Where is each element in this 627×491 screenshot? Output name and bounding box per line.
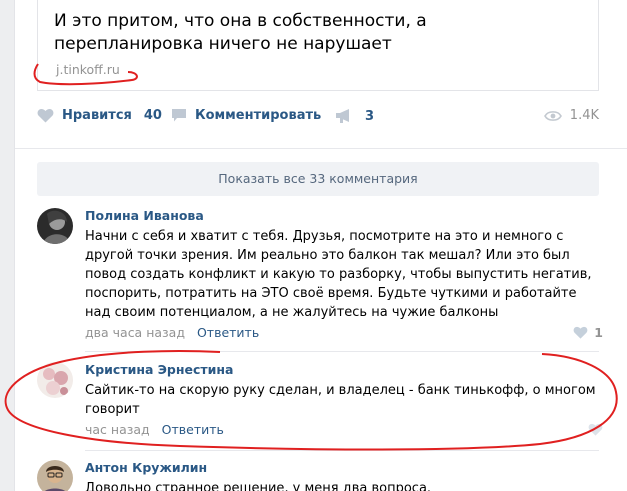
comment-like-button[interactable]: 1 <box>573 325 603 340</box>
avatar[interactable] <box>37 208 73 244</box>
reply-link[interactable]: Ответить <box>197 325 259 340</box>
comment-meta: два часа назад Ответить <box>85 325 259 340</box>
comment-author[interactable]: Кристина Эрнестина <box>85 362 233 377</box>
comment-label: Комментировать <box>195 108 322 123</box>
comment-time[interactable]: час назад <box>85 422 150 437</box>
link-title[interactable]: И это притом, что она в собственности, а… <box>54 10 574 56</box>
avatar[interactable] <box>37 460 73 491</box>
views-count: 1.4K <box>569 108 599 123</box>
share-button[interactable]: 3 <box>335 108 374 124</box>
like-label: Нравится <box>62 108 132 123</box>
comment-like-button[interactable] <box>588 423 603 436</box>
link-domain[interactable]: j.tinkoff.ru <box>56 62 120 77</box>
comment-text: Довольно странное решение, у меня два во… <box>85 481 432 491</box>
comment-text: Сайтик-то на скорую руку сделан, и владе… <box>85 383 596 417</box>
megaphone-icon <box>336 109 349 123</box>
comment-time[interactable]: два часа назад <box>85 325 185 340</box>
comment-meta: час назад Ответить <box>85 422 224 437</box>
like-button[interactable]: Нравится 40 <box>37 108 162 123</box>
heart-icon <box>573 326 588 339</box>
comment-item: Полина Иванова Начни с себя и хватит с т… <box>37 208 603 344</box>
post-actions: Нравится 40 Комментировать 3 1.4K <box>37 106 599 128</box>
reply-link[interactable]: Ответить <box>162 422 224 437</box>
post-card: И это притом, что она в собственности, а… <box>14 0 627 491</box>
comment-item: Кристина Эрнестина Сайтик-то на скорую р… <box>37 362 603 442</box>
comment-icon <box>172 109 186 122</box>
comment-text: Начни с себя и хватит с тебя. Друзья, по… <box>85 229 592 320</box>
eye-icon <box>543 110 562 121</box>
comment-item: Антон Кружилин Довольно странное решение… <box>37 460 599 491</box>
comment-author[interactable]: Полина Иванова <box>85 208 204 223</box>
like-count: 40 <box>143 108 162 123</box>
comment-separator <box>85 450 599 451</box>
comment-button[interactable]: Комментировать <box>171 108 321 123</box>
share-count: 3 <box>365 108 375 124</box>
avatar[interactable] <box>37 362 73 398</box>
link-snippet[interactable]: И это притом, что она в собственности, а… <box>37 0 599 91</box>
show-all-comments-button[interactable]: Показать все 33 комментария <box>37 162 599 196</box>
comment-separator <box>85 351 599 352</box>
comment-like-count: 1 <box>594 325 603 340</box>
heart-icon <box>588 423 603 436</box>
comment-author[interactable]: Антон Кружилин <box>85 460 207 475</box>
divider <box>15 148 627 149</box>
heart-icon <box>37 108 54 123</box>
views-counter: 1.4K <box>543 108 599 123</box>
